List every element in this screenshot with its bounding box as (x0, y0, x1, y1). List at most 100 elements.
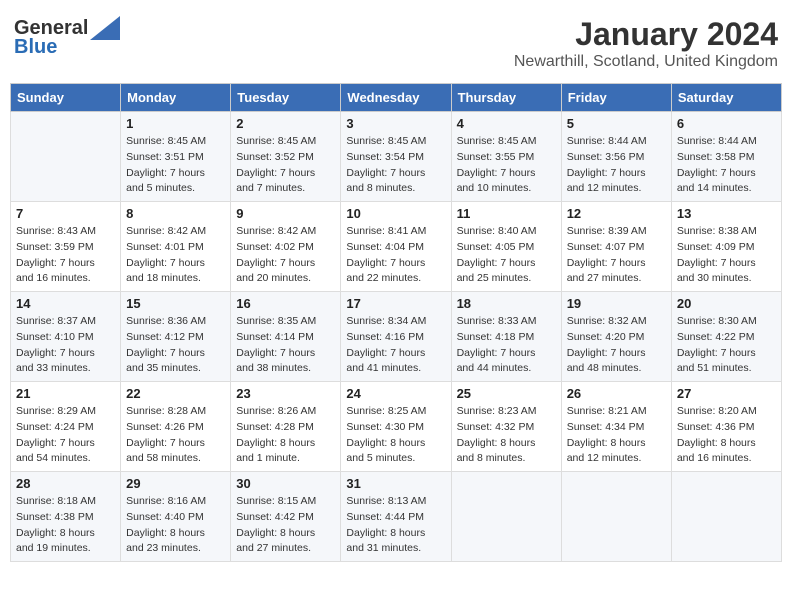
day-info: Sunrise: 8:36 AMSunset: 4:12 PMDaylight:… (126, 314, 225, 377)
day-info: Sunrise: 8:45 AMSunset: 3:54 PMDaylight:… (346, 134, 445, 197)
day-info: Sunrise: 8:28 AMSunset: 4:26 PMDaylight:… (126, 404, 225, 467)
day-number: 22 (126, 386, 225, 401)
day-number: 24 (346, 386, 445, 401)
day-info: Sunrise: 8:44 AMSunset: 3:58 PMDaylight:… (677, 134, 776, 197)
day-info: Sunrise: 8:33 AMSunset: 4:18 PMDaylight:… (457, 314, 556, 377)
page-header: General Blue January 2024 Newarthill, Sc… (10, 10, 782, 77)
day-number: 1 (126, 116, 225, 131)
day-number: 12 (567, 206, 666, 221)
day-number: 16 (236, 296, 335, 311)
day-info: Sunrise: 8:45 AMSunset: 3:51 PMDaylight:… (126, 134, 225, 197)
calendar-cell: 6 Sunrise: 8:44 AMSunset: 3:58 PMDaylight… (671, 112, 781, 202)
logo-icon (90, 16, 120, 40)
calendar-body: 1 Sunrise: 8:45 AMSunset: 3:51 PMDaylight… (11, 112, 782, 562)
day-number: 23 (236, 386, 335, 401)
calendar-cell (671, 472, 781, 562)
day-info: Sunrise: 8:42 AMSunset: 4:01 PMDaylight:… (126, 224, 225, 287)
calendar-cell: 8 Sunrise: 8:42 AMSunset: 4:01 PMDaylight… (121, 202, 231, 292)
calendar-cell: 24 Sunrise: 8:25 AMSunset: 4:30 PMDayligh… (341, 382, 451, 472)
day-info: Sunrise: 8:43 AMSunset: 3:59 PMDaylight:… (16, 224, 115, 287)
day-number: 20 (677, 296, 776, 311)
day-number: 28 (16, 476, 115, 491)
calendar-cell: 19Sunrise: 8:32 AMSunset: 4:20 PMDayligh… (561, 292, 671, 382)
calendar-cell: 4Sunrise: 8:45 AMSunset: 3:55 PMDaylight… (451, 112, 561, 202)
day-info: Sunrise: 8:29 AMSunset: 4:24 PMDaylight:… (16, 404, 115, 467)
calendar-cell: 20 Sunrise: 8:30 AMSunset: 4:22 PMDayligh… (671, 292, 781, 382)
day-header-sunday: Sunday (11, 84, 121, 112)
week-row-2: 7 Sunrise: 8:43 AMSunset: 3:59 PMDaylight… (11, 202, 782, 292)
calendar-cell: 28 Sunrise: 8:18 AMSunset: 4:38 PMDayligh… (11, 472, 121, 562)
day-header-tuesday: Tuesday (231, 84, 341, 112)
calendar-cell: 27 Sunrise: 8:20 AMSunset: 4:36 PMDayligh… (671, 382, 781, 472)
day-info: Sunrise: 8:42 AMSunset: 4:02 PMDaylight:… (236, 224, 335, 287)
day-number: 8 (126, 206, 225, 221)
day-info: Sunrise: 8:13 AMSunset: 4:44 PMDaylight:… (346, 494, 445, 557)
calendar-cell: 15 Sunrise: 8:36 AMSunset: 4:12 PMDayligh… (121, 292, 231, 382)
day-number: 18 (457, 296, 556, 311)
calendar-cell: 18 Sunrise: 8:33 AMSunset: 4:18 PMDayligh… (451, 292, 561, 382)
calendar-cell: 22 Sunrise: 8:28 AMSunset: 4:26 PMDayligh… (121, 382, 231, 472)
day-header-monday: Monday (121, 84, 231, 112)
calendar-cell: 23 Sunrise: 8:26 AMSunset: 4:28 PMDayligh… (231, 382, 341, 472)
logo-blue: Blue (14, 36, 57, 59)
week-row-3: 14 Sunrise: 8:37 AMSunset: 4:10 PMDayligh… (11, 292, 782, 382)
calendar-cell: 31 Sunrise: 8:13 AMSunset: 4:44 PMDayligh… (341, 472, 451, 562)
day-info: Sunrise: 8:39 AMSunset: 4:07 PMDaylight:… (567, 224, 666, 287)
day-info: Sunrise: 8:18 AMSunset: 4:38 PMDaylight:… (16, 494, 115, 557)
day-number: 21 (16, 386, 115, 401)
day-info: Sunrise: 8:23 AMSunset: 4:32 PMDaylight:… (457, 404, 556, 467)
day-number: 6 (677, 116, 776, 131)
day-info: Sunrise: 8:40 AMSunset: 4:05 PMDaylight:… (457, 224, 556, 287)
day-number: 5 (567, 116, 666, 131)
calendar-cell: 2 Sunrise: 8:45 AMSunset: 3:52 PMDaylight… (231, 112, 341, 202)
day-header-saturday: Saturday (671, 84, 781, 112)
day-header-thursday: Thursday (451, 84, 561, 112)
day-number: 27 (677, 386, 776, 401)
title-area: January 2024 Newarthill, Scotland, Unite… (514, 16, 778, 71)
day-number: 11 (457, 206, 556, 221)
calendar-cell (451, 472, 561, 562)
day-number: 15 (126, 296, 225, 311)
calendar-cell: 14 Sunrise: 8:37 AMSunset: 4:10 PMDayligh… (11, 292, 121, 382)
calendar-cell (561, 472, 671, 562)
calendar-cell: 5Sunrise: 8:44 AMSunset: 3:56 PMDaylight… (561, 112, 671, 202)
day-info: Sunrise: 8:41 AMSunset: 4:04 PMDaylight:… (346, 224, 445, 287)
location-title: Newarthill, Scotland, United Kingdom (514, 53, 778, 71)
day-info: Sunrise: 8:45 AMSunset: 3:52 PMDaylight:… (236, 134, 335, 197)
day-info: Sunrise: 8:25 AMSunset: 4:30 PMDaylight:… (346, 404, 445, 467)
calendar-cell: 1 Sunrise: 8:45 AMSunset: 3:51 PMDaylight… (121, 112, 231, 202)
week-row-4: 21 Sunrise: 8:29 AMSunset: 4:24 PMDayligh… (11, 382, 782, 472)
day-number: 9 (236, 206, 335, 221)
calendar-cell: 17 Sunrise: 8:34 AMSunset: 4:16 PMDayligh… (341, 292, 451, 382)
day-info: Sunrise: 8:38 AMSunset: 4:09 PMDaylight:… (677, 224, 776, 287)
day-info: Sunrise: 8:37 AMSunset: 4:10 PMDaylight:… (16, 314, 115, 377)
day-info: Sunrise: 8:35 AMSunset: 4:14 PMDaylight:… (236, 314, 335, 377)
day-info: Sunrise: 8:26 AMSunset: 4:28 PMDaylight:… (236, 404, 335, 467)
calendar-cell: 16 Sunrise: 8:35 AMSunset: 4:14 PMDayligh… (231, 292, 341, 382)
calendar-cell (11, 112, 121, 202)
calendar-cell: 13Sunrise: 8:38 AMSunset: 4:09 PMDayligh… (671, 202, 781, 292)
calendar-cell: 25Sunrise: 8:23 AMSunset: 4:32 PMDayligh… (451, 382, 561, 472)
day-number: 17 (346, 296, 445, 311)
day-number: 10 (346, 206, 445, 221)
day-number: 31 (346, 476, 445, 491)
day-number: 14 (16, 296, 115, 311)
calendar-cell: 7 Sunrise: 8:43 AMSunset: 3:59 PMDaylight… (11, 202, 121, 292)
day-info: Sunrise: 8:20 AMSunset: 4:36 PMDaylight:… (677, 404, 776, 467)
calendar-cell: 11 Sunrise: 8:40 AMSunset: 4:05 PMDayligh… (451, 202, 561, 292)
calendar-cell: 9 Sunrise: 8:42 AMSunset: 4:02 PMDaylight… (231, 202, 341, 292)
month-title: January 2024 (514, 16, 778, 53)
day-number: 30 (236, 476, 335, 491)
calendar-table: SundayMondayTuesdayWednesdayThursdayFrid… (10, 83, 782, 562)
day-info: Sunrise: 8:32 AMSunset: 4:20 PMDaylight:… (567, 314, 666, 377)
day-number: 2 (236, 116, 335, 131)
calendar-cell: 3Sunrise: 8:45 AMSunset: 3:54 PMDaylight… (341, 112, 451, 202)
day-info: Sunrise: 8:34 AMSunset: 4:16 PMDaylight:… (346, 314, 445, 377)
day-number: 7 (16, 206, 115, 221)
calendar-cell: 29Sunrise: 8:16 AMSunset: 4:40 PMDayligh… (121, 472, 231, 562)
calendar-cell: 12 Sunrise: 8:39 AMSunset: 4:07 PMDayligh… (561, 202, 671, 292)
week-row-5: 28 Sunrise: 8:18 AMSunset: 4:38 PMDayligh… (11, 472, 782, 562)
calendar-cell: 26Sunrise: 8:21 AMSunset: 4:34 PMDayligh… (561, 382, 671, 472)
day-info: Sunrise: 8:30 AMSunset: 4:22 PMDaylight:… (677, 314, 776, 377)
week-row-1: 1 Sunrise: 8:45 AMSunset: 3:51 PMDaylight… (11, 112, 782, 202)
